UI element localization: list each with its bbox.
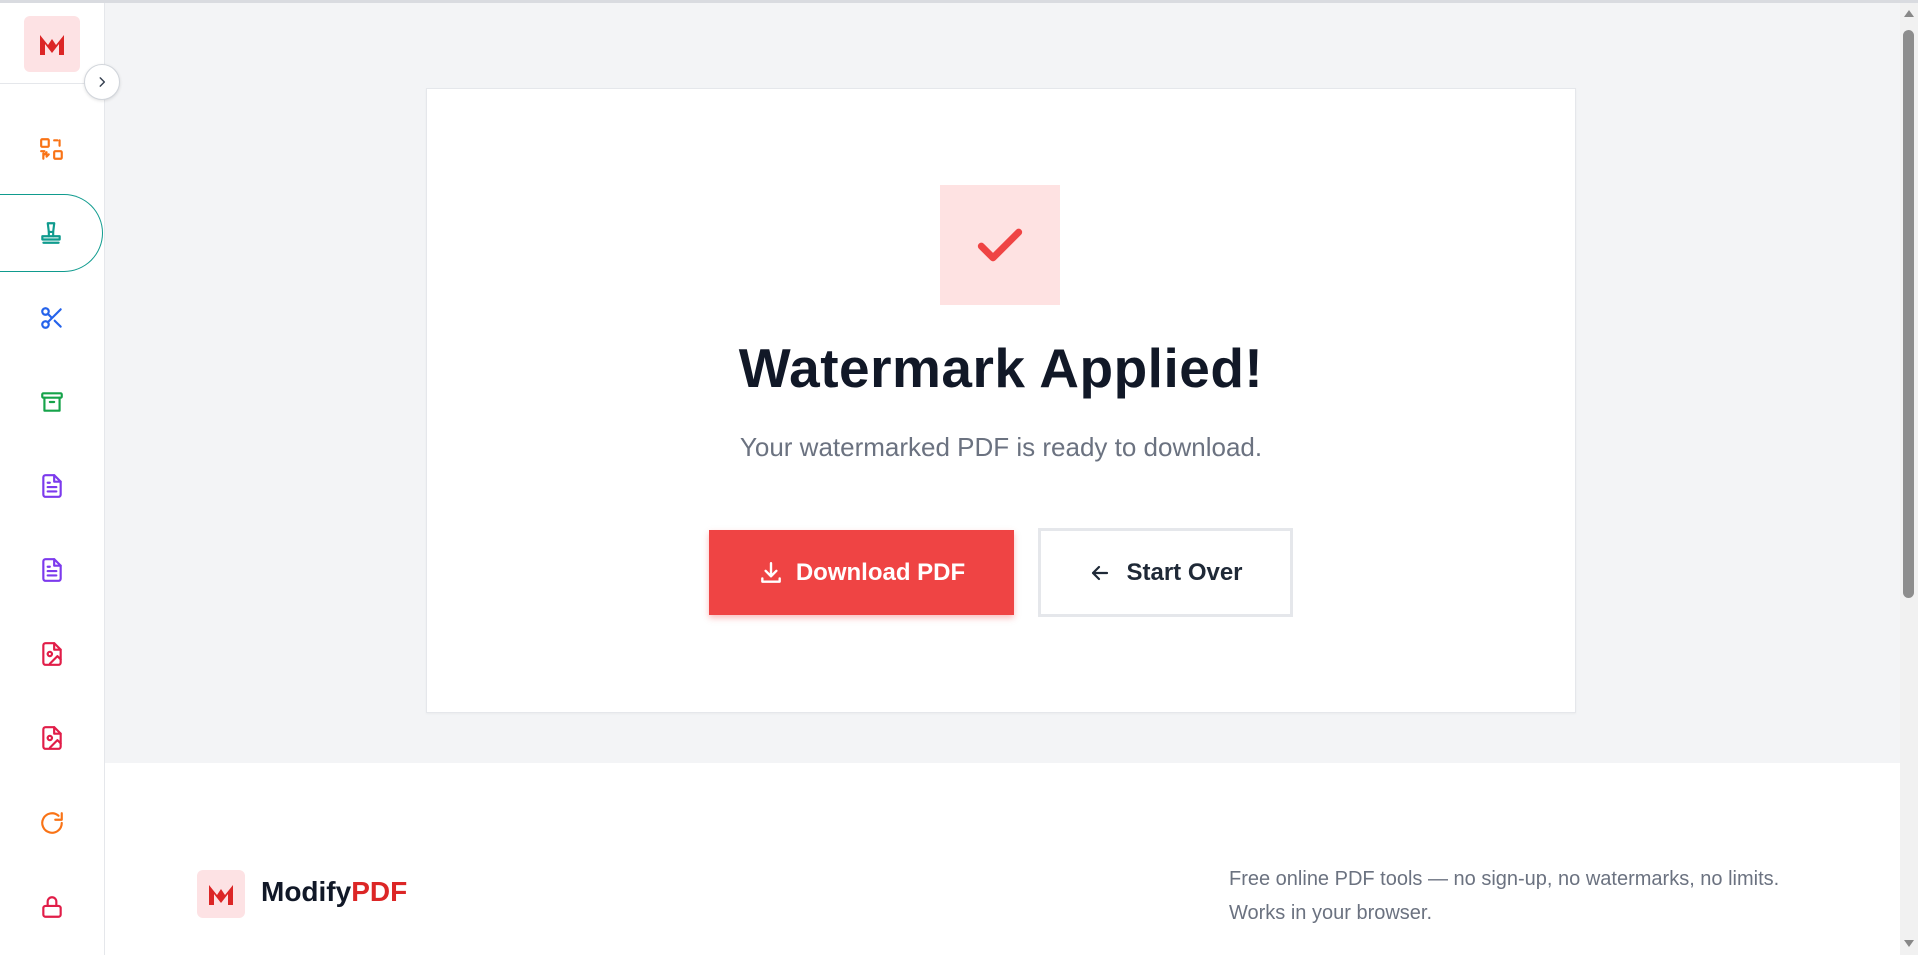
sidebar-item-rotate[interactable] bbox=[0, 784, 104, 862]
sidebar-item-organize[interactable] bbox=[0, 110, 104, 188]
start-over-label: Start Over bbox=[1126, 558, 1243, 586]
scissors-icon bbox=[41, 307, 62, 329]
footer-brand-name[interactable]: ModifyPDF bbox=[261, 876, 407, 908]
app-logo[interactable] bbox=[24, 16, 80, 72]
page-title: Watermark Applied! bbox=[738, 337, 1264, 399]
document-icon bbox=[42, 474, 62, 498]
arrange-icon bbox=[40, 138, 63, 160]
footer-logo[interactable] bbox=[197, 870, 245, 918]
start-over-button[interactable]: Start Over bbox=[1038, 528, 1293, 617]
page-subtitle: Your watermarked PDF is ready to downloa… bbox=[739, 432, 1263, 462]
sidebar-item-split[interactable] bbox=[0, 279, 104, 357]
sidebar-toggle-button[interactable] bbox=[84, 64, 120, 100]
scroll-down-arrow-icon[interactable] bbox=[1904, 940, 1914, 947]
check-icon bbox=[977, 228, 1023, 262]
sidebar-item-image-1[interactable] bbox=[0, 615, 104, 693]
footer-tagline-line2: Works in your browser. bbox=[1229, 902, 1433, 924]
brand-accent-text: PDF bbox=[351, 876, 408, 907]
sidebar-item-document-1[interactable] bbox=[0, 447, 104, 525]
sidebar-item-protect[interactable] bbox=[0, 868, 104, 946]
image-file-icon bbox=[42, 642, 62, 666]
logo-mark-icon bbox=[40, 35, 64, 55]
result-card bbox=[426, 88, 1576, 713]
footer-tagline: Free online PDF tools — no sign-up, no w… bbox=[1229, 862, 1829, 930]
logo-mark-icon bbox=[209, 885, 233, 905]
footer-tagline-line1: Free online PDF tools — no sign-up, no w… bbox=[1229, 868, 1780, 890]
chevron-right-icon bbox=[99, 77, 106, 87]
document-icon bbox=[42, 558, 62, 582]
sidebar-item-image-2[interactable] bbox=[0, 699, 104, 777]
archive-icon bbox=[41, 392, 63, 412]
sidebar-item-compress[interactable] bbox=[0, 363, 104, 441]
lock-icon bbox=[42, 896, 62, 918]
download-icon bbox=[760, 561, 781, 583]
download-pdf-label: Download PDF bbox=[795, 558, 966, 586]
sidebar-item-watermark[interactable] bbox=[0, 194, 103, 272]
sidebar bbox=[0, 3, 105, 955]
scrollbar-thumb[interactable] bbox=[1903, 30, 1914, 598]
arrow-left-icon bbox=[1092, 565, 1109, 580]
scroll-up-arrow-icon[interactable] bbox=[1904, 10, 1914, 17]
brand-main-text: Modify bbox=[261, 876, 352, 907]
sidebar-item-document-2[interactable] bbox=[0, 531, 104, 609]
success-badge bbox=[940, 185, 1060, 305]
stamp-icon bbox=[41, 222, 61, 244]
rotate-icon bbox=[41, 812, 63, 834]
download-pdf-button[interactable]: Download PDF bbox=[709, 530, 1014, 615]
image-file-icon bbox=[42, 726, 62, 750]
